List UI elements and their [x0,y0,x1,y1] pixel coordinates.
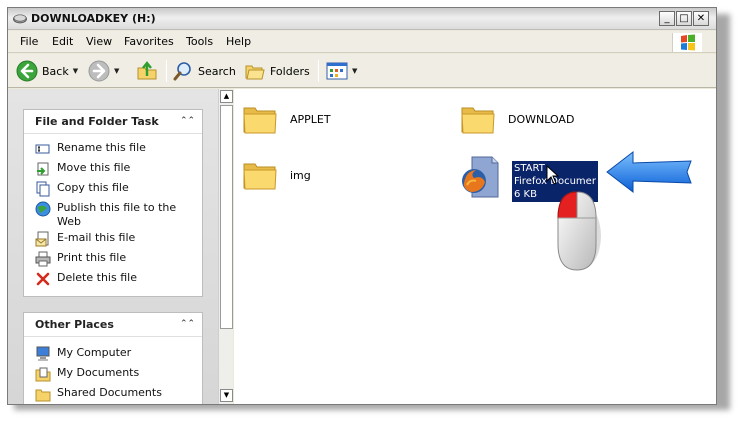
menu-bar: File Edit View Favorites Tools Help [8,31,716,53]
search-icon [173,62,191,81]
search-button[interactable]: Search [172,59,236,83]
folder-icon [461,107,495,134]
task-publish-web[interactable]: Publish this file to the Web [35,201,195,229]
task-label: Rename this file [57,141,146,154]
task-label: E-mail this file [57,231,136,244]
pointing-arrow-icon [606,150,692,194]
search-label: Search [198,64,236,78]
computer-icon [36,346,50,361]
file-folder-tasks-panel: File and Folder Task ⌃⌃ Rename this file… [23,109,203,297]
email-icon [35,231,49,247]
collapse-chevron-icon[interactable]: ⌃⌃ [180,114,195,128]
folders-icon [245,65,265,80]
minimize-button[interactable]: _ [659,11,675,26]
back-button[interactable]: Back ▼ [16,59,78,83]
task-label: Copy this file [57,181,129,194]
forward-arrow-icon [88,60,110,82]
move-icon [37,162,49,176]
place-my-documents[interactable]: My Documents [35,366,195,382]
menu-help[interactable]: Help [226,35,251,48]
folders-button[interactable]: Folders [244,59,310,83]
folders-label: Folders [270,64,310,78]
scrollbar-thumb[interactable] [220,105,233,329]
title-bar[interactable]: DOWNLOADKEY (H:) _ □ ✕ [8,8,716,30]
folder-img[interactable]: img [242,157,311,193]
task-email[interactable]: E-mail this file [35,231,195,247]
task-label: Delete this file [57,271,137,284]
publish-web-icon [35,201,51,217]
views-button[interactable]: ▼ [326,59,357,83]
task-copy[interactable]: Copy this file [35,181,195,197]
left-click-mouse-icon [557,191,601,271]
close-button[interactable]: ✕ [693,11,709,26]
other-places-title: Other Places [35,318,114,331]
toolbar: Back ▼ ▼ Search Folders ▼ [8,54,716,88]
file-start[interactable] [458,155,502,199]
drive-icon [13,14,27,24]
delete-icon [36,272,50,286]
folder-applet[interactable]: APPLET [242,101,331,137]
task-delete[interactable]: Delete this file [35,271,195,287]
file-name: DOWNLOAD [508,112,575,126]
place-shared-documents[interactable]: Shared Documents [35,386,195,402]
folder-icon [243,163,277,190]
task-print[interactable]: Print this file [35,251,195,267]
file-folder-tasks-header[interactable]: File and Folder Task ⌃⌃ [24,110,202,134]
menu-view[interactable]: View [86,35,112,48]
place-label: My Documents [57,366,140,379]
views-dropdown-icon[interactable]: ▼ [352,67,357,75]
other-places-header[interactable]: Other Places ⌃⌃ [24,313,202,337]
forward-dropdown-icon[interactable]: ▼ [114,67,119,75]
task-move[interactable]: Move this file [35,161,195,177]
file-list-view: APPLET DOWNLOAD img START Firefox Docume… [234,89,716,404]
back-label: Back [42,64,69,78]
views-icon [326,62,348,80]
shared-folder-icon [35,389,51,402]
documents-icon [35,367,51,382]
back-arrow-icon [16,60,38,82]
folder-download[interactable]: DOWNLOAD [460,101,574,137]
window-title: DOWNLOADKEY (H:) [31,12,156,25]
place-label: My Computer [57,346,132,359]
file-name: APPLET [290,112,331,126]
mouse-pointer-icon [546,165,560,185]
copy-icon [36,181,50,197]
windows-logo-icon [672,33,702,52]
collapse-chevron-icon[interactable]: ⌃⌃ [180,317,195,331]
menu-tools[interactable]: Tools [186,35,213,48]
toolbar-separator [166,60,167,82]
file-name: img [290,168,311,182]
menu-edit[interactable]: Edit [52,35,73,48]
other-places-panel: Other Places ⌃⌃ My Computer My Documents… [23,312,203,404]
up-folder-button[interactable] [136,59,158,83]
print-icon [35,251,51,267]
scroll-down-icon[interactable]: ▼ [220,389,233,402]
task-rename[interactable]: Rename this file [35,141,195,157]
explorer-window: DOWNLOADKEY (H:) _ □ ✕ File Edit View Fa… [7,7,717,405]
forward-button[interactable]: ▼ [88,59,119,83]
task-pane-scrollbar[interactable]: ▲ ▼ [218,89,233,404]
maximize-button[interactable]: □ [676,11,692,26]
place-my-computer[interactable]: My Computer [35,346,195,362]
task-label: Print this file [57,251,127,264]
place-label: Shared Documents [57,386,162,399]
rename-icon [35,144,50,154]
menu-file[interactable]: File [20,35,38,48]
firefox-document-icon [462,156,499,198]
scroll-up-icon[interactable]: ▲ [220,90,233,103]
task-label: Publish this file to the Web [57,201,177,228]
toolbar-separator [318,60,319,82]
up-folder-icon [137,61,157,80]
folder-icon [243,107,277,134]
task-pane: File and Folder Task ⌃⌃ Rename this file… [8,89,218,404]
task-label: Move this file [57,161,131,174]
file-folder-tasks-title: File and Folder Task [35,115,159,128]
menu-favorites[interactable]: Favorites [124,35,174,48]
back-dropdown-icon[interactable]: ▼ [73,67,78,75]
